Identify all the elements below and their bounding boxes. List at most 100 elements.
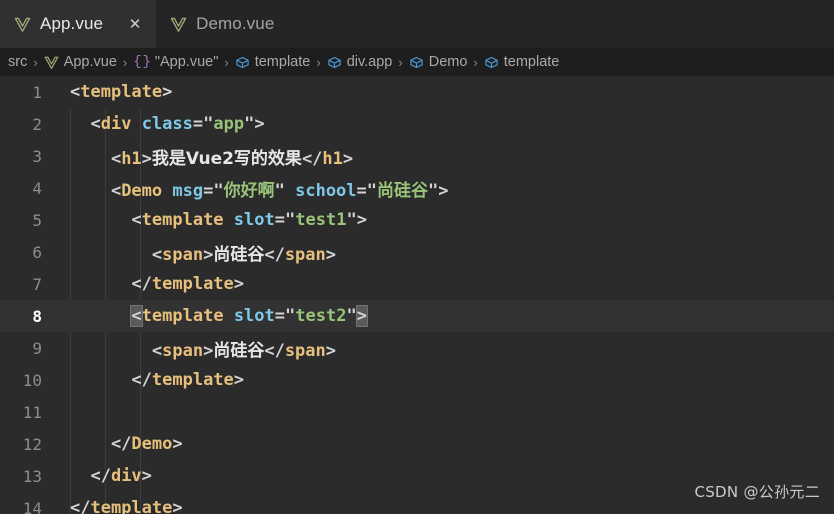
code-content[interactable]: </div> bbox=[56, 466, 834, 486]
breadcrumb-item-template[interactable]: template bbox=[482, 54, 562, 70]
code-content[interactable]: <template slot="test1"> bbox=[56, 210, 834, 230]
code-content[interactable]: <Demo msg="你好啊" school="尚硅谷"> bbox=[56, 176, 834, 201]
code-token: " bbox=[366, 180, 378, 201]
code-token: > bbox=[254, 114, 265, 134]
code-token: < bbox=[70, 114, 101, 134]
code-token: 我是Vue2写的效果 bbox=[151, 148, 302, 169]
cube-icon bbox=[235, 55, 250, 70]
code-line[interactable]: 10 </template> bbox=[0, 364, 834, 396]
code-token: 尚硅谷 bbox=[213, 244, 265, 265]
breadcrumb-separator: › bbox=[122, 54, 128, 70]
code-token: > bbox=[438, 180, 449, 201]
code-line[interactable]: 5 <template slot="test1"> bbox=[0, 204, 834, 236]
code-token: </ bbox=[70, 370, 152, 390]
code-token: > bbox=[342, 148, 354, 169]
code-line[interactable]: 6 <span>尚硅谷</span> bbox=[0, 236, 834, 268]
cube-icon bbox=[409, 55, 424, 70]
code-line[interactable]: 13 </div> bbox=[0, 460, 834, 492]
code-token: < bbox=[70, 210, 142, 230]
breadcrumb-item-src[interactable]: src bbox=[6, 54, 29, 70]
code-line[interactable]: 1 <template> bbox=[0, 76, 834, 108]
code-editor[interactable]: 1 <template> 2 <div class="app"> 3 <h1>我是Vu… bbox=[0, 76, 834, 514]
code-token: > bbox=[172, 498, 183, 514]
code-token: template bbox=[151, 370, 234, 390]
code-token: 你好啊 bbox=[223, 180, 275, 201]
code-token: </ bbox=[70, 466, 111, 486]
code-content[interactable]: </template> bbox=[56, 498, 834, 514]
vue-icon bbox=[170, 16, 187, 33]
code-token: = bbox=[356, 180, 367, 201]
code-token: div bbox=[110, 466, 142, 486]
code-content[interactable]: <span>尚硅谷</span> bbox=[56, 336, 834, 361]
breadcrumb-label: template bbox=[503, 54, 560, 70]
line-number: 4 bbox=[32, 178, 42, 198]
tab-label: Demo.vue bbox=[196, 14, 275, 33]
breadcrumb-label: template bbox=[254, 54, 311, 70]
breadcrumb-item-appvue[interactable]: { } "App.vue" bbox=[131, 54, 220, 70]
bracket-match-token: < bbox=[130, 305, 143, 327]
code-token: span bbox=[284, 244, 326, 265]
code-line[interactable]: 3 <h1>我是Vue2写的效果</h1> bbox=[0, 140, 834, 172]
code-token: > bbox=[233, 274, 245, 294]
line-number: 8 bbox=[32, 306, 42, 326]
code-token: " bbox=[428, 180, 439, 201]
code-content[interactable]: <span>尚硅谷</span> bbox=[56, 240, 834, 265]
breadcrumb-item-demo[interactable]: Demo bbox=[407, 54, 470, 70]
code-token: < bbox=[70, 340, 163, 361]
code-line[interactable]: 14 </template> bbox=[0, 492, 834, 514]
code-token: " bbox=[203, 114, 214, 134]
code-token: </ bbox=[70, 274, 152, 294]
close-icon[interactable]: ✕ bbox=[126, 15, 144, 33]
breadcrumb-label: "App.vue" bbox=[154, 54, 219, 70]
code-token: h1 bbox=[121, 148, 142, 169]
code-token: < bbox=[70, 148, 122, 169]
braces-icon: { } bbox=[133, 54, 151, 70]
code-lines[interactable]: 1 <template> 2 <div class="app"> 3 <h1>我是Vu… bbox=[0, 76, 834, 514]
line-number: 2 bbox=[32, 114, 42, 134]
code-token: school bbox=[295, 180, 357, 201]
code-content[interactable]: </template> bbox=[56, 274, 834, 294]
code-content[interactable]: <div class="app"> bbox=[56, 114, 834, 134]
code-token: > bbox=[172, 434, 183, 454]
code-content[interactable]: <h1>我是Vue2写的效果</h1> bbox=[56, 144, 834, 169]
editor-tab-app-vue[interactable]: App.vue ✕ bbox=[0, 0, 157, 48]
code-token: template bbox=[141, 210, 224, 230]
code-token: > bbox=[141, 466, 152, 486]
code-line[interactable]: 9 <span>尚硅谷</span> bbox=[0, 332, 834, 364]
breadcrumb-label: App.vue bbox=[63, 54, 117, 70]
code-token: " bbox=[285, 210, 296, 230]
code-content[interactable]: <template> bbox=[56, 82, 834, 102]
code-content[interactable]: </template> bbox=[56, 370, 834, 390]
code-line[interactable]: 11 bbox=[0, 396, 834, 428]
code-line[interactable]: 2 <div class="app"> bbox=[0, 108, 834, 140]
code-token: < bbox=[70, 244, 163, 265]
code-token: = bbox=[274, 210, 285, 230]
breadcrumb-item-divapp[interactable]: div.app bbox=[325, 54, 395, 70]
vscode-window: App.vue ✕ Demo.vue src › App.vue ›{ } "App.vue… bbox=[0, 0, 834, 514]
code-line[interactable]: 12 </Demo> bbox=[0, 428, 834, 460]
breadcrumb-item-appvue[interactable]: App.vue bbox=[42, 54, 119, 70]
editor-tab-demo-vue[interactable]: Demo.vue bbox=[156, 0, 287, 48]
line-number: 6 bbox=[32, 242, 42, 262]
code-line[interactable]: 7 </template> bbox=[0, 268, 834, 300]
code-token: span bbox=[284, 340, 326, 361]
code-token: </ bbox=[264, 340, 285, 361]
code-line[interactable]: 4 <Demo msg="你好啊" school="尚硅谷"> bbox=[0, 172, 834, 204]
code-token: > bbox=[141, 148, 152, 169]
line-number: 5 bbox=[32, 210, 42, 230]
code-token: template bbox=[90, 498, 173, 514]
code-token: template bbox=[151, 274, 234, 294]
code-token: " bbox=[346, 306, 357, 326]
breadcrumb-item-template[interactable]: template bbox=[233, 54, 313, 70]
code-token: test1 bbox=[295, 210, 347, 230]
bracket-match-token: > bbox=[355, 305, 368, 327]
code-token: " bbox=[213, 180, 224, 201]
code-token: msg bbox=[172, 180, 204, 201]
code-content[interactable]: </Demo> bbox=[56, 434, 834, 454]
code-token: span bbox=[162, 340, 204, 361]
breadcrumb-separator: › bbox=[398, 54, 403, 70]
code-content[interactable]: <template slot="test2"> bbox=[56, 305, 834, 327]
code-token: test2 bbox=[295, 306, 347, 326]
code-line-current[interactable]: 8 <template slot="test2"> bbox=[0, 300, 834, 332]
